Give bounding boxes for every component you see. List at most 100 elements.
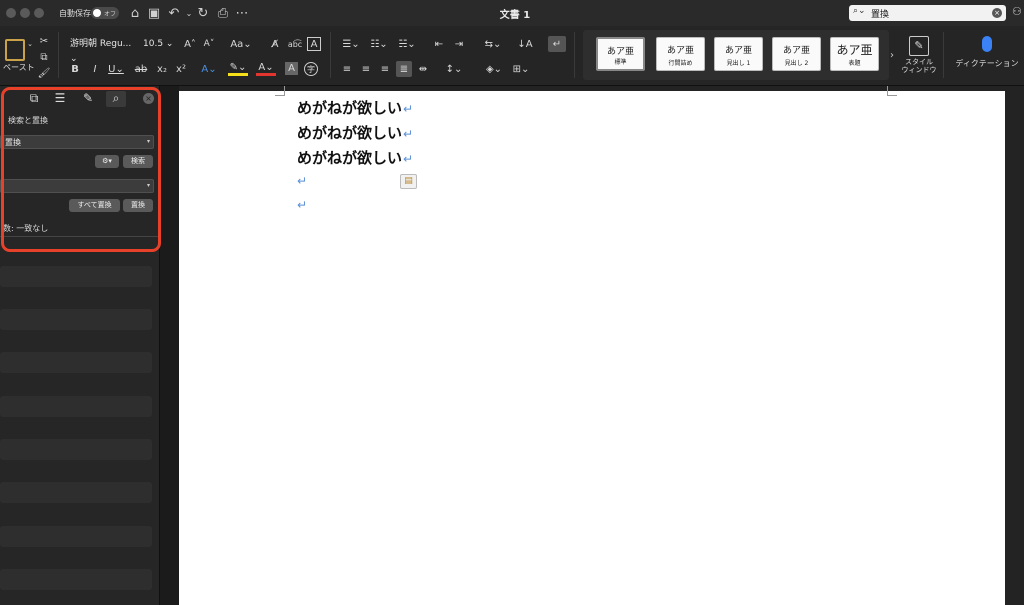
grow-font-icon[interactable]: A˄: [183, 37, 197, 51]
decrease-indent-icon[interactable]: ⇤: [432, 37, 446, 51]
character-border-icon[interactable]: A: [307, 37, 321, 51]
style-heading-1[interactable]: あア亜 見出し 1: [714, 37, 763, 71]
share-icon[interactable]: ⚇: [1012, 5, 1022, 18]
replace-input[interactable]: ▾: [0, 179, 154, 193]
distributed-icon[interactable]: ⇹: [416, 62, 430, 76]
clear-formatting-icon[interactable]: A̸: [268, 37, 282, 51]
divider: [58, 32, 59, 78]
underline-icon[interactable]: U⌄: [106, 62, 126, 76]
divider: [0, 236, 159, 237]
microphone-icon: [982, 36, 992, 52]
document-line[interactable]: めがねが欲しい↵: [297, 147, 413, 168]
tab-revisions[interactable]: ✎: [78, 91, 98, 107]
cut-icon[interactable]: ✂: [37, 34, 51, 48]
font-name-value: 游明朝 Regu...: [70, 39, 132, 49]
document-page[interactable]: めがねが欲しい↵ めがねが欲しい↵ めがねが欲しい↵ ↵ ↵ ▤: [179, 86, 1005, 605]
copy-icon[interactable]: ⧉: [37, 50, 51, 64]
style-name: 標準: [614, 59, 627, 66]
word-app-window: 自動保存 オフ ⌂ ▣ ↶ ⌄ ↻ ⎙ ⋯ 文書 1 ⌕⌄ 置換 × ⚇ ⌄ ペ…: [0, 0, 1024, 605]
change-case-icon[interactable]: Aa⌄: [230, 37, 252, 51]
undo-icon[interactable]: ↶: [166, 4, 182, 22]
search-options-button[interactable]: ⚙▾: [95, 155, 119, 168]
result-status: 数: 一致なし: [3, 224, 49, 233]
close-icon[interactable]: ×: [143, 93, 154, 104]
phonetic-guide-icon[interactable]: ab͡c: [288, 37, 302, 51]
shading-icon[interactable]: ◈⌄: [483, 62, 505, 76]
line-spacing-icon[interactable]: ↕⌄: [443, 62, 465, 76]
style-normal[interactable]: あア亜 標準: [596, 37, 645, 71]
highlight-color-icon[interactable]: ✎⌄: [228, 62, 248, 76]
paste-icon[interactable]: [5, 39, 25, 61]
style-name: 見出し 2: [784, 60, 809, 67]
style-window-button[interactable]: ✎ スタイル ウィンドウ: [898, 36, 940, 74]
divider: [574, 32, 575, 78]
sort-icon[interactable]: ↓A: [517, 37, 532, 51]
multilevel-list-icon[interactable]: ☵⌄: [396, 37, 418, 51]
bullets-icon[interactable]: ☰⌄: [340, 37, 362, 51]
tab-search[interactable]: ⌕: [106, 91, 126, 107]
style-title[interactable]: あア亜 表題: [830, 37, 879, 71]
style-no-spacing[interactable]: あア亜 行間詰め: [656, 37, 705, 71]
search-input-value: 置換: [5, 138, 21, 147]
numbering-icon[interactable]: ☷⌄: [368, 37, 390, 51]
zoom-window-button[interactable]: [34, 8, 44, 18]
tab-thumbnails[interactable]: ⧉: [24, 91, 44, 107]
print-icon[interactable]: ⎙: [215, 4, 231, 22]
paragraph-mark: ↵: [297, 174, 308, 188]
document-line[interactable]: めがねが欲しい↵: [297, 97, 413, 118]
text-effects-icon[interactable]: A⌄: [199, 62, 219, 76]
align-center-icon[interactable]: ≡: [359, 62, 373, 76]
list-item: [0, 482, 152, 503]
search-document-field[interactable]: ⌕⌄ 置換 ×: [849, 5, 1006, 21]
shrink-font-icon[interactable]: A˅: [202, 37, 216, 51]
show-formatting-marks-icon[interactable]: ↵: [548, 36, 566, 52]
align-left-icon[interactable]: ≡: [340, 62, 354, 76]
tab-outline[interactable]: ☰: [50, 91, 70, 107]
bold-icon[interactable]: B: [68, 62, 82, 76]
close-window-button[interactable]: [6, 8, 16, 18]
font-name-select[interactable]: 游明朝 Regu... ⌄: [68, 37, 138, 64]
list-item: [0, 352, 152, 373]
enclose-characters-icon[interactable]: 字: [304, 62, 318, 76]
paste-dropdown-icon[interactable]: ⌄: [26, 39, 34, 49]
font-color-icon[interactable]: A⌄: [256, 62, 276, 76]
more-icon[interactable]: ⋯: [234, 4, 250, 22]
styles-gallery: あア亜 標準 あア亜 行間詰め あア亜 見出し 1 あア亜 見出し 2 あア亜 …: [583, 30, 889, 80]
clear-search-icon[interactable]: ×: [992, 8, 1002, 18]
save-icon[interactable]: ▣: [146, 4, 162, 22]
font-size-value: 10.5: [143, 39, 164, 49]
character-shading-icon[interactable]: A: [285, 62, 298, 75]
subscript-icon[interactable]: x₂: [155, 62, 169, 76]
dictation-button[interactable]: ディクテーション: [950, 36, 1024, 69]
minimize-window-button[interactable]: [20, 8, 30, 18]
replace-all-button[interactable]: すべて置換: [69, 199, 120, 212]
list-item: [0, 439, 152, 460]
pane-scrollbar[interactable]: [159, 86, 179, 605]
home-icon[interactable]: ⌂: [127, 4, 143, 22]
redo-icon[interactable]: ↻: [195, 4, 211, 22]
replace-button[interactable]: 置換: [123, 199, 153, 212]
justify-icon[interactable]: ≣: [396, 61, 412, 77]
superscript-icon[interactable]: x²: [174, 62, 188, 76]
borders-icon[interactable]: ⊞⌄: [510, 62, 532, 76]
increase-indent-icon[interactable]: ⇥: [452, 37, 466, 51]
paste-options-icon[interactable]: ▤: [400, 174, 417, 189]
styles-more-chevron-icon[interactable]: ›: [890, 50, 894, 61]
strikethrough-icon[interactable]: ab: [134, 62, 148, 76]
divider: [943, 32, 944, 78]
document-line[interactable]: めがねが欲しい↵: [297, 122, 413, 143]
font-size-select[interactable]: 10.5 ⌄: [143, 37, 179, 52]
paragraph-mark: ↵: [297, 198, 308, 212]
style-heading-2[interactable]: あア亜 見出し 2: [772, 37, 821, 71]
search-input[interactable]: 置換 ▾: [0, 135, 154, 149]
style-name: 見出し 1: [726, 60, 751, 67]
search-button[interactable]: 検索: [123, 155, 153, 168]
paste-label: ペースト: [3, 63, 35, 72]
italic-icon[interactable]: I: [88, 62, 102, 76]
autosave-toggle[interactable]: オフ: [91, 7, 119, 19]
style-window-label: スタイル ウィンドウ: [901, 58, 937, 74]
text-direction-icon[interactable]: ⇆⌄: [482, 37, 504, 51]
format-painter-icon[interactable]: 🖌: [37, 66, 51, 80]
align-right-icon[interactable]: ≡: [378, 62, 392, 76]
autosave-state: オフ: [104, 11, 117, 18]
